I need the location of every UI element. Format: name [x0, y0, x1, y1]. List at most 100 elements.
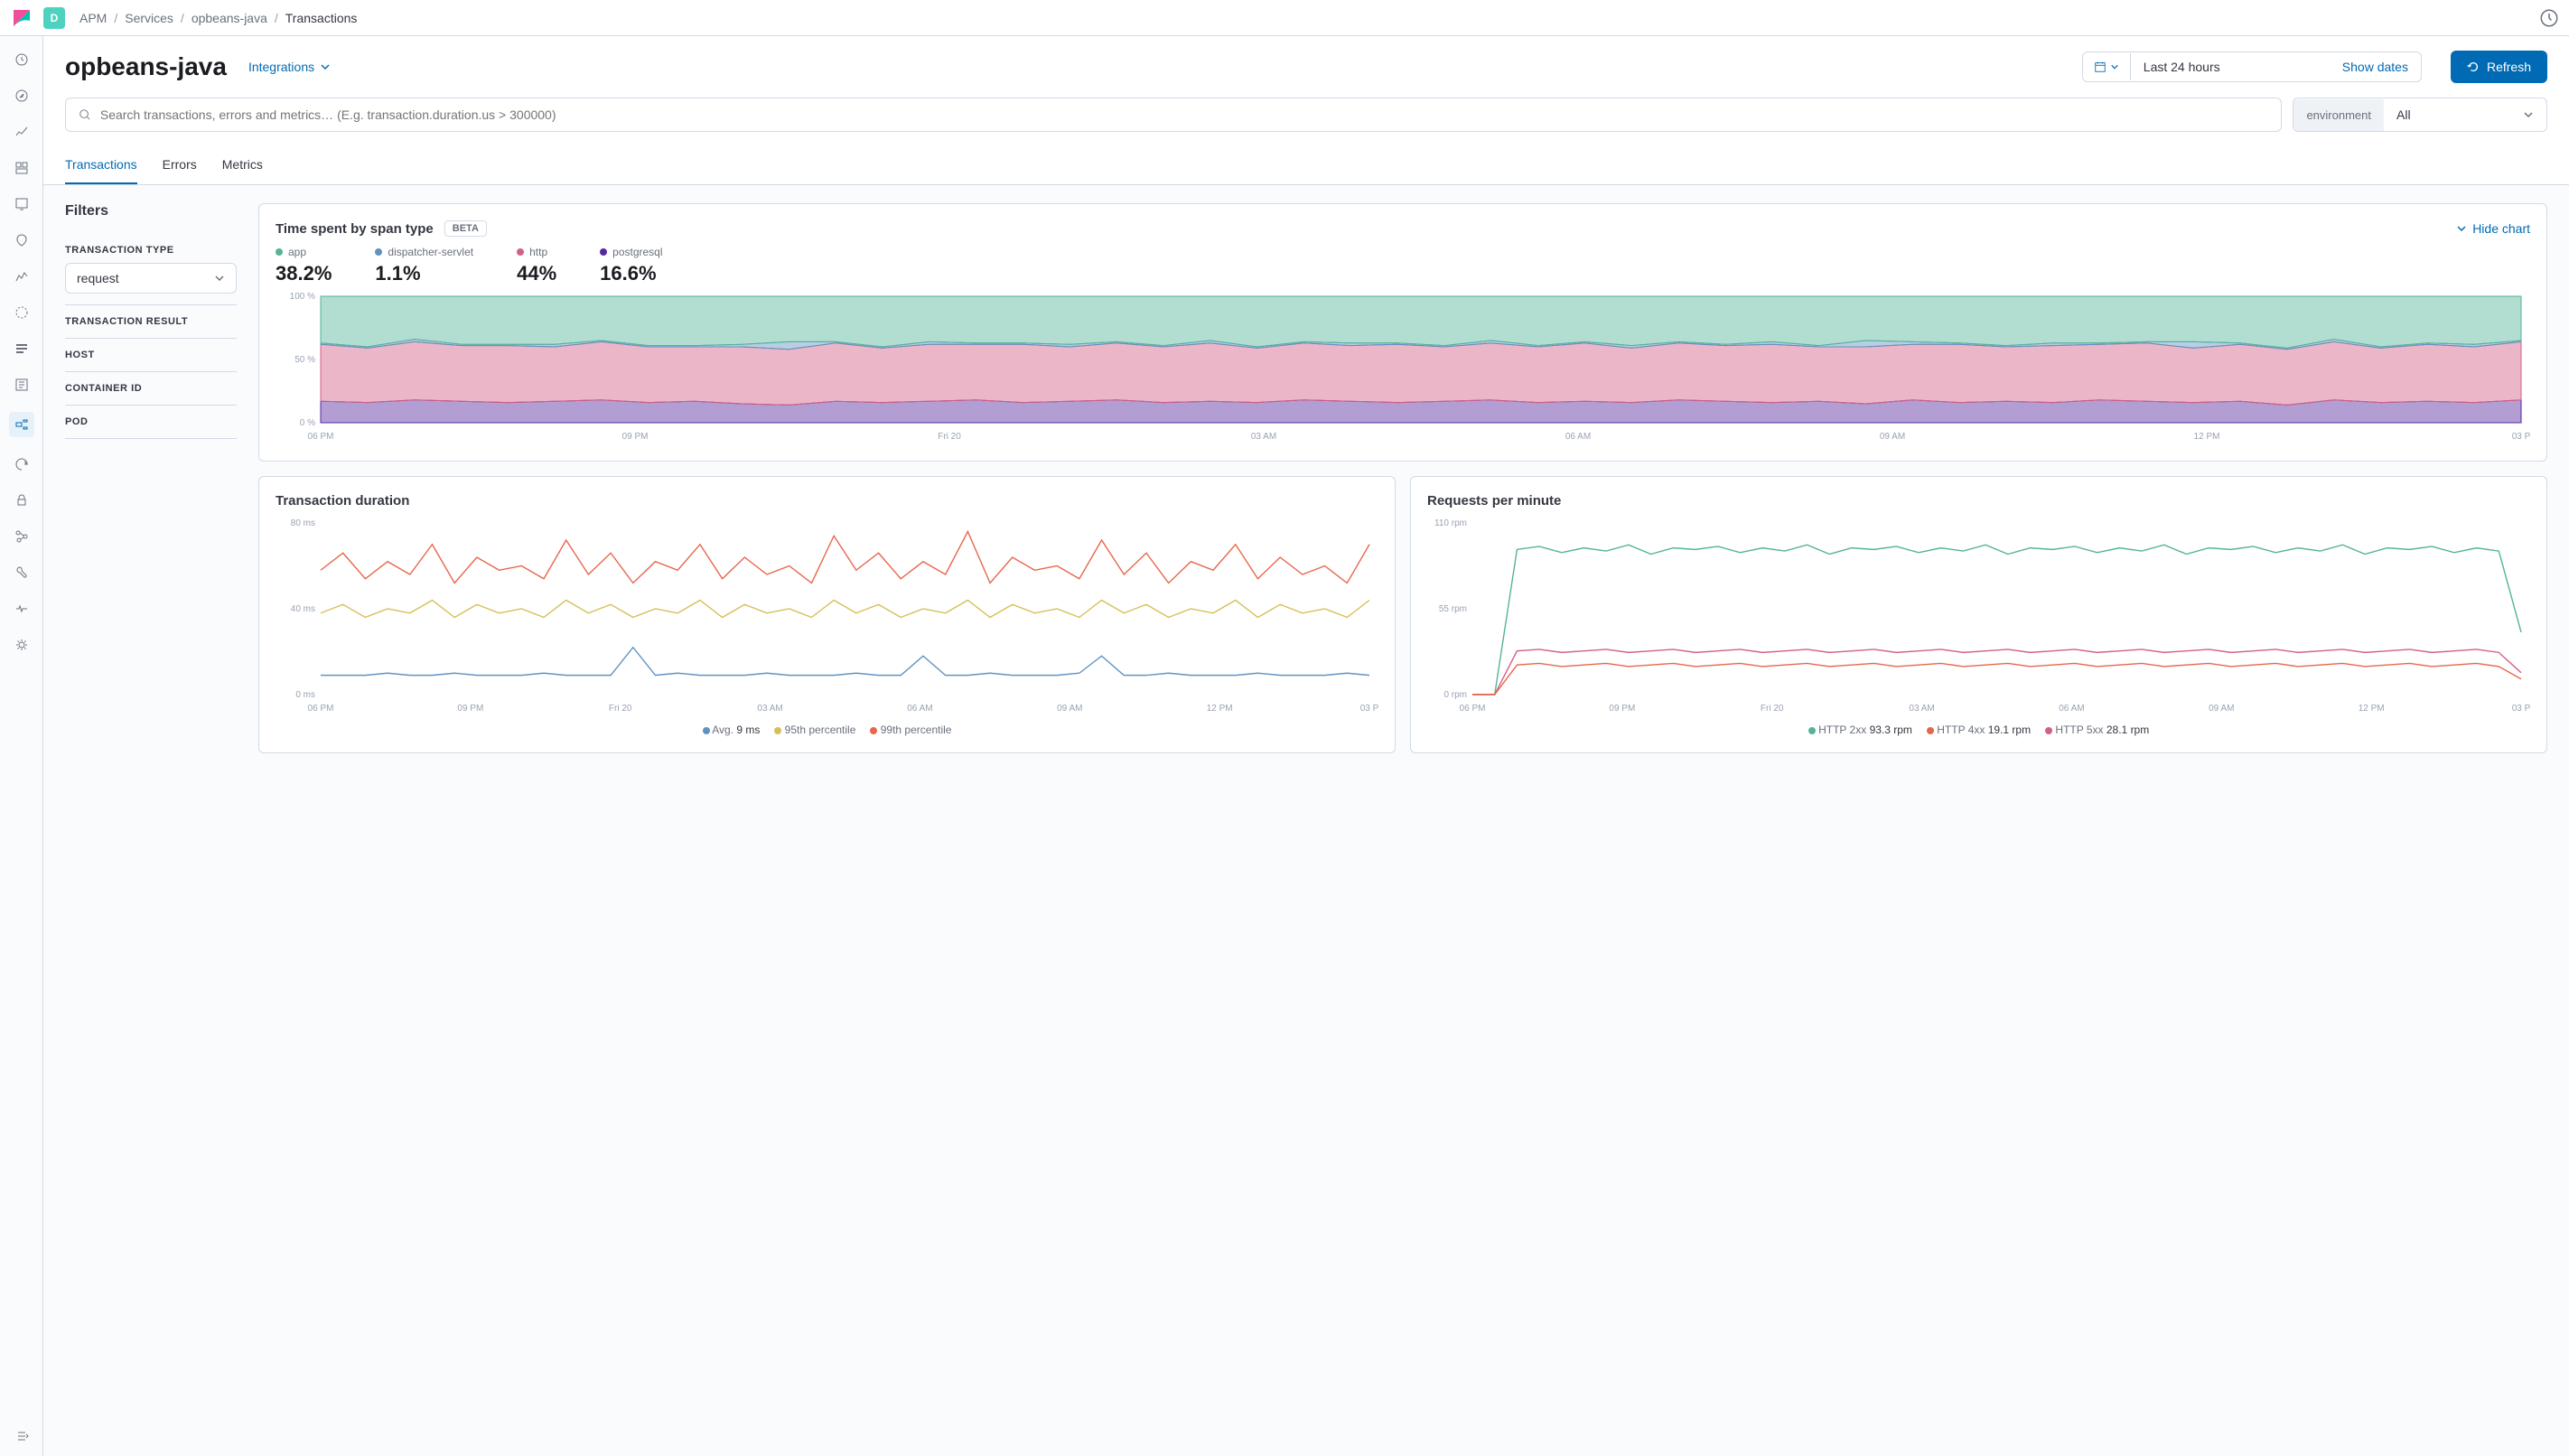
svg-text:03 AM: 03 AM [1909, 704, 1934, 714]
filter-transaction-type: TRANSACTION TYPE request [65, 234, 237, 305]
svg-text:80 ms: 80 ms [291, 518, 315, 528]
infra-icon[interactable] [13, 303, 31, 322]
apm-icon[interactable] [9, 412, 34, 437]
svg-text:09 AM: 09 AM [2209, 704, 2234, 714]
metrics-icon[interactable] [13, 376, 31, 394]
transaction-duration-chart: 0 ms 40 ms 80 ms 06 PM 09 PM Fri 20 03 AM 06 AM… [276, 518, 1378, 716]
span-legend: app38.2%dispatcher-servlet1.1%http44%pos… [276, 246, 2530, 285]
environment-value[interactable]: All [2384, 98, 2546, 131]
svg-text:03 AM: 03 AM [757, 704, 782, 714]
transaction-duration-panel: Transaction duration 0 ms 40 ms 80 ms 06 PM… [258, 476, 1396, 753]
chevron-down-icon [214, 273, 225, 284]
date-range-text[interactable]: Last 24 hours [2131, 52, 2330, 81]
svg-text:50 %: 50 % [294, 355, 315, 365]
svg-text:0 ms: 0 ms [295, 690, 315, 700]
search-field[interactable] [100, 107, 2269, 122]
svg-text:03 P: 03 P [2512, 704, 2530, 714]
rpm-chart: 0 rpm55 rpm110 rpm06 PM09 PMFri 2003 AM0… [1427, 518, 2530, 716]
uptime-icon[interactable] [13, 455, 31, 473]
svg-text:06 AM: 06 AM [1565, 432, 1591, 442]
svg-text:06 AM: 06 AM [2059, 704, 2084, 714]
svg-text:09 PM: 09 PM [1609, 704, 1635, 714]
breadcrumb: APM / Services / opbeans-java / Transact… [79, 11, 357, 25]
integrations-button[interactable]: Integrations [248, 60, 331, 74]
page-header: opbeans-java Integrations Last 24 hours … [43, 36, 2569, 185]
graph-icon[interactable] [13, 527, 31, 546]
news-icon[interactable] [2540, 9, 2558, 27]
breadcrumb-current: Transactions [285, 11, 358, 25]
refresh-button[interactable]: Refresh [2451, 51, 2547, 83]
filter-label: POD [65, 416, 237, 427]
tabs: Transactions Errors Metrics [65, 146, 2547, 184]
breadcrumb-services[interactable]: Services [125, 11, 173, 25]
siem-icon[interactable] [13, 491, 31, 509]
svg-text:40 ms: 40 ms [291, 604, 315, 614]
recent-icon[interactable] [13, 51, 31, 69]
visualize-icon[interactable] [13, 123, 31, 141]
svg-text:Fri 20: Fri 20 [609, 704, 632, 714]
beta-badge: BETA [444, 220, 487, 237]
canvas-icon[interactable] [13, 195, 31, 213]
maps-icon[interactable] [13, 231, 31, 249]
filters-title: Filters [65, 203, 237, 219]
svg-text:100 %: 100 % [290, 292, 315, 302]
svg-text:06 PM: 06 PM [308, 704, 334, 714]
panel-title: Transaction duration [276, 493, 1378, 509]
space-badge[interactable]: D [43, 7, 65, 29]
svg-text:Fri 20: Fri 20 [938, 432, 961, 442]
search-input[interactable] [65, 98, 2282, 132]
filter-container-id[interactable]: CONTAINER ID [65, 372, 237, 406]
tab-transactions[interactable]: Transactions [65, 146, 137, 184]
main-content: opbeans-java Integrations Last 24 hours … [43, 36, 2569, 1456]
svg-text:0 %: 0 % [300, 418, 315, 428]
devtools-icon[interactable] [13, 564, 31, 582]
tab-metrics[interactable]: Metrics [222, 146, 263, 184]
transaction-type-select[interactable]: request [65, 263, 237, 294]
rpm-panel: Requests per minute 0 rpm55 rpm110 rpm06… [1410, 476, 2547, 753]
discover-icon[interactable] [13, 87, 31, 105]
svg-text:03 P: 03 P [1360, 704, 1378, 714]
date-quick-select-button[interactable] [2083, 53, 2131, 80]
svg-text:09 PM: 09 PM [457, 704, 483, 714]
filter-label: HOST [65, 350, 237, 360]
hide-chart-button[interactable]: Hide chart [2456, 221, 2530, 236]
chevron-down-icon [2523, 109, 2534, 120]
filter-label: TRANSACTION TYPE [65, 245, 237, 256]
svg-text:06 PM: 06 PM [308, 432, 334, 442]
side-nav [0, 36, 43, 1456]
svg-text:03 AM: 03 AM [1251, 432, 1276, 442]
page-title: opbeans-java [65, 52, 227, 81]
svg-text:06 AM: 06 AM [907, 704, 932, 714]
calendar-icon [2094, 61, 2107, 73]
environment-label: environment [2293, 99, 2384, 131]
breadcrumb-service-name[interactable]: opbeans-java [192, 11, 267, 25]
logs-icon[interactable] [13, 340, 31, 358]
show-dates-button[interactable]: Show dates [2330, 52, 2421, 81]
dashboard-icon[interactable] [13, 159, 31, 177]
svg-text:09 AM: 09 AM [1057, 704, 1082, 714]
breadcrumb-apm[interactable]: APM [79, 11, 107, 25]
monitoring-icon[interactable] [13, 600, 31, 618]
svg-text:Fri 20: Fri 20 [1761, 704, 1784, 714]
collapse-nav-icon[interactable] [13, 1427, 31, 1445]
svg-text:12 PM: 12 PM [2359, 704, 2385, 714]
svg-text:09 AM: 09 AM [1880, 432, 1905, 442]
svg-text:03 P: 03 P [2512, 432, 2530, 442]
svg-text:55 rpm: 55 rpm [1439, 604, 1467, 614]
environment-select[interactable]: environment All [2293, 98, 2547, 132]
span-type-panel: Time spent by span type BETA Hide chart … [258, 203, 2547, 462]
filter-transaction-result[interactable]: TRANSACTION RESULT [65, 305, 237, 339]
chevron-down-icon [2110, 62, 2119, 71]
ml-icon[interactable] [13, 267, 31, 285]
filter-host[interactable]: HOST [65, 339, 237, 372]
top-bar: D APM / Services / opbeans-java / Transa… [0, 0, 2569, 36]
filter-pod[interactable]: POD [65, 406, 237, 439]
search-icon [79, 108, 91, 121]
panel-title: Time spent by span type [276, 221, 434, 237]
svg-text:110 rpm: 110 rpm [1434, 518, 1467, 528]
management-icon[interactable] [13, 636, 31, 654]
tab-errors[interactable]: Errors [163, 146, 197, 184]
date-picker[interactable]: Last 24 hours Show dates [2082, 51, 2422, 82]
kibana-logo-icon [11, 7, 33, 29]
duration-legend: Avg. 9 ms 95th percentile 99th percentil… [276, 723, 1378, 736]
